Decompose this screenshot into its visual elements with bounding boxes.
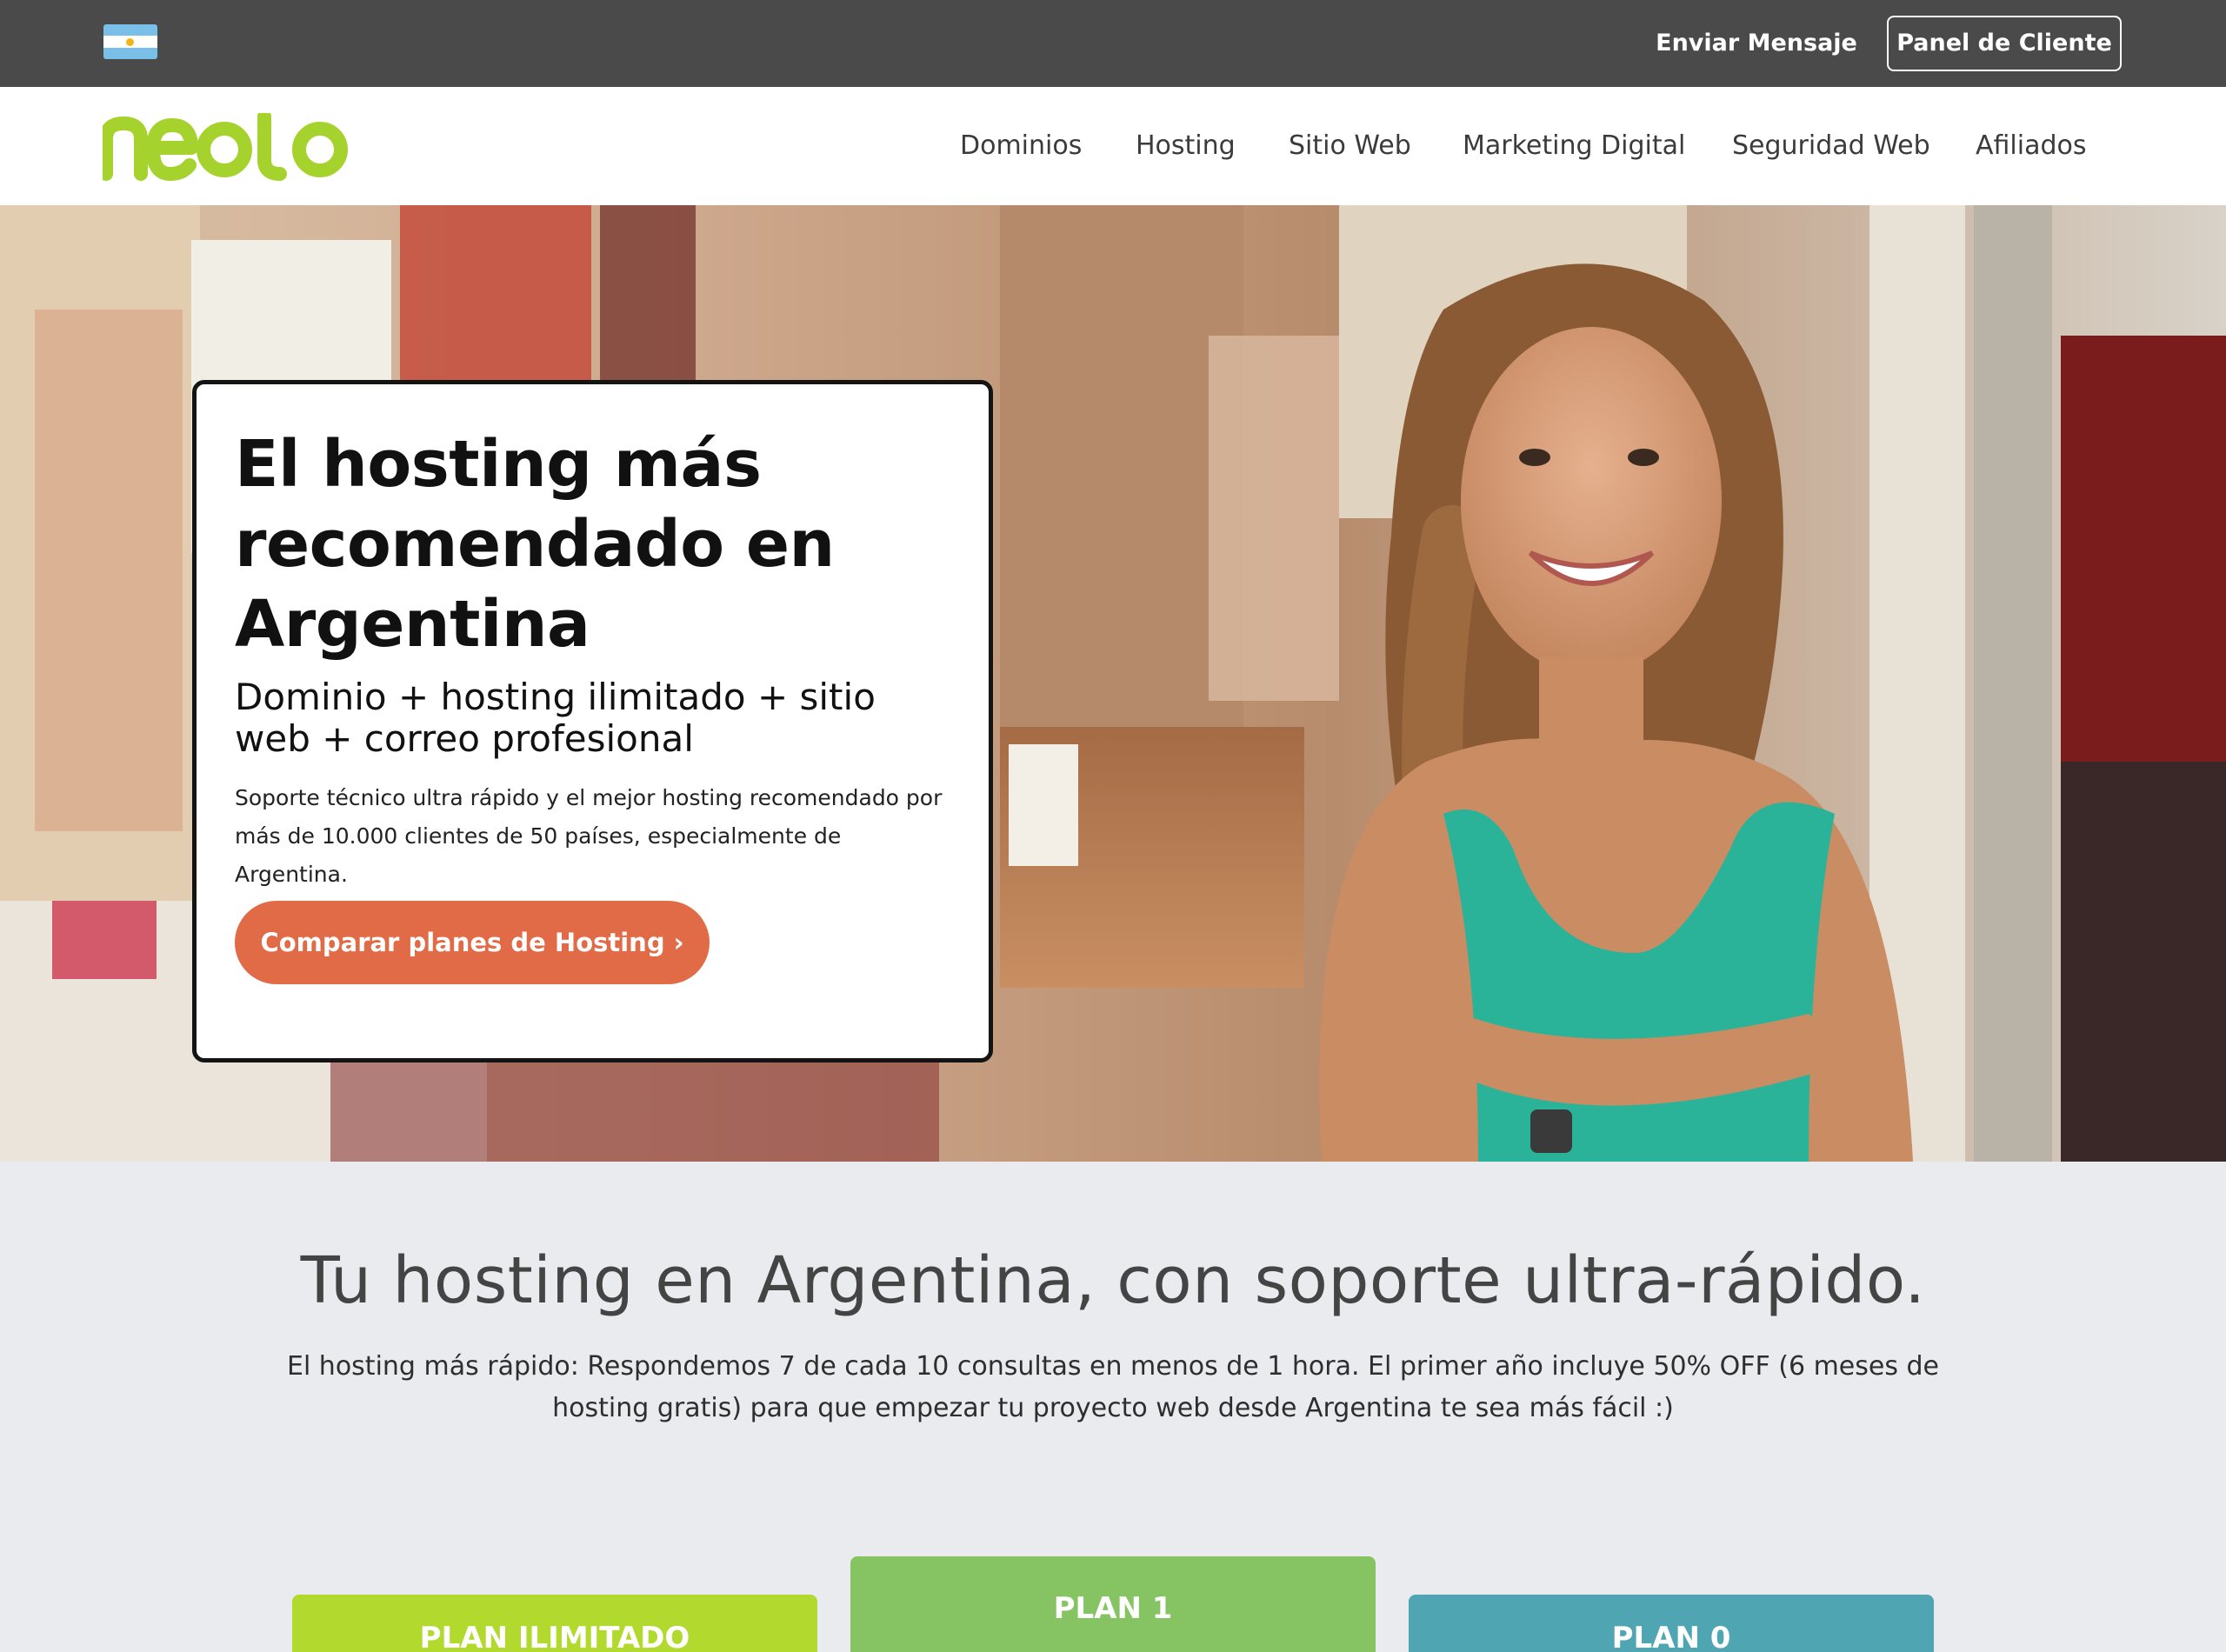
plan-0-tab[interactable]: PLAN 0 <box>1409 1595 1934 1652</box>
hero-section: El hosting más recomendado en Argentina … <box>0 205 2226 1162</box>
send-message-link[interactable]: Enviar Mensaje <box>1652 0 1861 87</box>
nav-afiliados[interactable]: Afiliados <box>1976 87 2087 205</box>
compare-hosting-plans-button[interactable]: Comparar planes de Hosting › <box>235 901 710 984</box>
section-description: El hosting más rápido: Respondemos 7 de … <box>286 1351 1940 1423</box>
section-title: Tu hosting en Argentina, con soporte ult… <box>300 1243 1926 1318</box>
plan-1-tab[interactable]: PLAN 1 <box>850 1556 1376 1652</box>
hero-description: Soporte técnico ultra rápido y el mejor … <box>235 785 943 887</box>
nav-hosting[interactable]: Hosting <box>1136 87 1236 205</box>
neolo-logo[interactable] <box>103 113 363 183</box>
hero-card: El hosting más recomendado en Argentina … <box>192 380 993 1062</box>
nav-sitio-web[interactable]: Sitio Web <box>1289 87 1411 205</box>
hero-title: El hosting más recomendado en Argentina <box>235 427 835 662</box>
plan-ilimitado-tab[interactable]: PLAN ILIMITADO <box>292 1595 817 1652</box>
top-bar: Enviar Mensaje Panel de Cliente <box>0 0 2226 87</box>
client-panel-button[interactable]: Panel de Cliente <box>1887 16 2122 71</box>
nav-dominios[interactable]: Dominios <box>960 87 1082 205</box>
nav-marketing-digital[interactable]: Marketing Digital <box>1463 87 1685 205</box>
argentina-flag-icon[interactable] <box>103 24 157 59</box>
nav-seguridad-web[interactable]: Seguridad Web <box>1732 87 1930 205</box>
compare-hosting-plans-label: Comparar planes de Hosting <box>260 928 665 957</box>
main-navbar: Dominios Hosting Sitio Web Marketing Dig… <box>0 87 2226 205</box>
hero-subtitle: Dominio + hosting ilimitado + sitio web … <box>235 676 876 760</box>
chevron-right-icon: › <box>673 928 684 957</box>
